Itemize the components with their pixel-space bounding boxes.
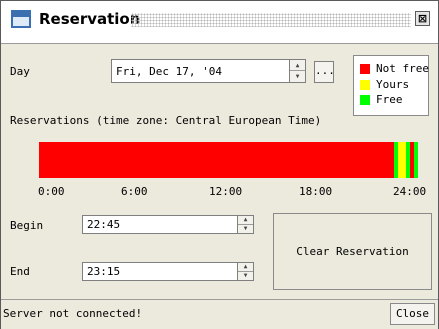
day-label: Day [10, 65, 30, 78]
window-title: Reservation [39, 10, 141, 28]
spin-up-icon[interactable]: ▲ [238, 216, 253, 225]
date-picker-button[interactable]: ... [314, 61, 335, 83]
timeline-tick: 12:00 [209, 185, 243, 198]
day-value: Fri, Dec 17, '04 [116, 65, 222, 78]
begin-label: Begin [10, 219, 44, 232]
end-value: 23:15 [87, 265, 121, 278]
timeline-segment-free[interactable] [406, 142, 410, 178]
begin-time-field[interactable]: 22:45 ▲ ▼ [82, 215, 254, 234]
title-bar[interactable]: Reservation ⊠ [1, 1, 438, 44]
timeline-segment-yours[interactable] [398, 142, 406, 178]
legend-swatch-free [360, 95, 370, 105]
reservation-timeline[interactable] [39, 142, 418, 178]
end-label: End [10, 265, 30, 278]
legend-label: Free [376, 93, 403, 106]
window-icon [11, 10, 31, 28]
spin-down-icon[interactable]: ▼ [290, 71, 305, 82]
legend: Not free Yours Free [353, 55, 429, 116]
legend-label: Yours [376, 78, 410, 91]
legend-swatch-yours [360, 80, 370, 90]
clear-reservation-button[interactable]: Clear Reservation [273, 213, 432, 290]
begin-value: 22:45 [87, 218, 121, 231]
spin-up-icon[interactable]: ▲ [238, 263, 253, 272]
status-message: Server not connected! [3, 307, 143, 320]
spin-down-icon[interactable]: ▼ [238, 272, 253, 281]
begin-spinner[interactable]: ▲ ▼ [237, 216, 253, 233]
day-spinner[interactable]: ▲ ▼ [289, 60, 305, 82]
end-spinner[interactable]: ▲ ▼ [237, 263, 253, 280]
timeline-segment-free[interactable] [414, 142, 418, 178]
reservation-window: Reservation ⊠ Day Fri, Dec 17, '04 ▲ ▼ .… [0, 0, 439, 329]
legend-swatch-not-free [360, 64, 370, 74]
timeline-tick: 0:00 [38, 185, 65, 198]
spin-down-icon[interactable]: ▼ [238, 225, 253, 234]
title-grip[interactable] [131, 13, 411, 27]
reservations-heading: Reservations (time zone: Central Europea… [10, 114, 322, 127]
close-window-icon[interactable]: ⊠ [415, 11, 430, 26]
day-field[interactable]: Fri, Dec 17, '04 ▲ ▼ [111, 59, 306, 83]
timeline-tick: 24:00 [393, 185, 427, 198]
status-bar: Server not connected! Close [1, 299, 438, 329]
timeline-tick: 6:00 [121, 185, 148, 198]
timeline-tick: 18:00 [299, 185, 333, 198]
end-time-field[interactable]: 23:15 ▲ ▼ [82, 262, 254, 281]
legend-label: Not free [376, 62, 429, 75]
spin-up-icon[interactable]: ▲ [290, 60, 305, 71]
close-button[interactable]: Close [390, 303, 435, 325]
